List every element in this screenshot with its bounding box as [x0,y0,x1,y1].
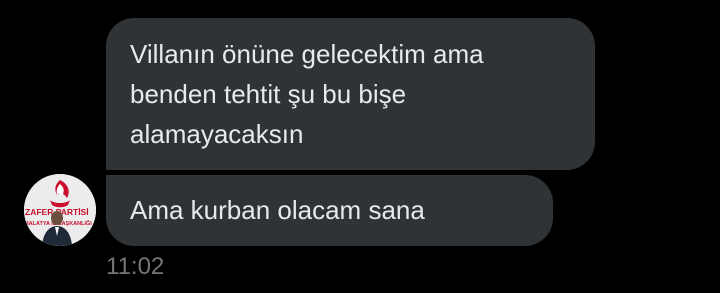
message-line: benden tehtit şu bu bişe [130,79,407,109]
party-logo-icon: ZAFER PARTİSİ MALATYA İL BAŞKANLIĞI [24,174,96,246]
message-line: Villanın önüne gelecektim ama [130,39,484,69]
avatar[interactable]: ZAFER PARTİSİ MALATYA İL BAŞKANLIĞI [24,174,96,246]
message-line: alamayacaksın [130,119,304,149]
message-bubble[interactable]: Ama kurban olacam sana [106,175,553,246]
message-timestamp: 11:02 [106,253,165,280]
message-line: Ama kurban olacam sana [130,195,425,225]
message-bubble[interactable]: Villanın önüne gelecektim ama benden teh… [106,18,595,170]
